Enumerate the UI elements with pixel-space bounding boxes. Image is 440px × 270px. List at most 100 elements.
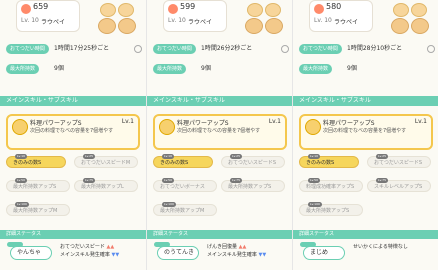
berry-icon	[247, 3, 263, 17]
pokemon-name: ラウペイ	[188, 19, 213, 26]
subskill-slot[interactable]: Lv.10 きのみの数S	[153, 154, 213, 168]
help-time-label: おてつだい時間	[6, 44, 49, 54]
strength-icon	[21, 4, 31, 14]
ingredient-icon	[265, 18, 283, 34]
trait-down-arrows: ▼▼	[111, 252, 120, 258]
max-carry-label: 最大所持数	[299, 64, 333, 74]
subskill-slot[interactable]: Lv.100 最大所持数アップM	[153, 202, 217, 216]
subskill-label: 最大所持数アップS	[228, 184, 272, 190]
trait-line-2: メインスキル発生確率 ▼▼	[60, 252, 119, 258]
trait-line-1: げんき回復量 ▲▲	[207, 244, 246, 250]
subskill-label: 最大所持数アップS	[306, 208, 350, 214]
strength-box: 580 Lv. 10 ラウペイ	[309, 0, 373, 32]
skills-section-title: メインスキル・サブスキル	[293, 96, 438, 106]
max-carry-row: 最大所持数 9個	[299, 64, 433, 76]
pokemon-name: ラウペイ	[41, 19, 66, 26]
strength-box: 599 Lv. 10 ラウペイ	[163, 0, 227, 32]
subskill-slot[interactable]: Lv.10 きのみの数S	[6, 154, 66, 168]
subskill-slot[interactable]: Lv.50 おてつだいボーナス	[153, 178, 217, 192]
subskill-level-tag: Lv.50	[15, 178, 27, 183]
subskill-slot[interactable]: Lv.75 最大所持数アップL	[74, 178, 138, 192]
info-icon[interactable]	[134, 45, 142, 53]
trait-line-1: せいかくによる特徴なし	[353, 244, 408, 250]
trait-line-1: おてつだいスピード ▲▲	[60, 244, 114, 250]
pot-icon	[12, 119, 28, 135]
subskill-level-tag: Lv.25	[83, 154, 95, 159]
subskill-slot[interactable]: Lv.25 おてつだいスピードS	[367, 154, 431, 168]
trait-down-arrows: ▼▼	[258, 252, 267, 258]
max-carry-row: 最大所持数 9個	[6, 64, 140, 76]
max-carry-value: 9個	[347, 65, 357, 72]
subskill-level-tag: Lv.100	[15, 202, 29, 207]
subskill-label: 料理成功確率アップS	[306, 184, 355, 190]
nature-value: やんちゃ	[17, 249, 42, 256]
ingredient-icon	[411, 18, 429, 34]
main-skill-name: 料理パワーアップS	[177, 120, 229, 127]
help-time-row: おてつだい時間 1時間28分10秒ごと	[299, 44, 435, 56]
subskill-slot[interactable]: Lv.100 最大所持数アップS	[299, 202, 363, 216]
subskill-label: おてつだいスピードS	[228, 160, 277, 166]
main-skill-card[interactable]: 料理パワーアップS Lv.1 次回の料理でなべの容量を7個増やす	[299, 114, 433, 150]
level-label: Lv. 10	[314, 17, 332, 24]
main-skill-description: 次回の料理でなべの容量を7個増やす	[177, 128, 261, 134]
subskill-label: きのみの数S	[306, 160, 335, 166]
strength-value: 580	[326, 2, 342, 11]
max-carry-label: 最大所持数	[6, 64, 40, 74]
help-time-label: おてつだい時間	[299, 44, 342, 54]
pokemon-panel-3: 580 Lv. 10 ラウペイ おてつだい時間 1時間28分10秒ごと 最大所持…	[292, 0, 438, 270]
subskill-level-tag: Lv.75	[376, 178, 388, 183]
trait-text: メインスキル発生確率	[60, 252, 110, 258]
info-icon[interactable]	[281, 45, 289, 53]
max-carry-label: 最大所持数	[153, 64, 187, 74]
ingredient-icon	[411, 3, 427, 17]
skills-section-title: メインスキル・サブスキル	[147, 96, 292, 106]
screen: 659 Lv. 10 ラウペイ おてつだい時間 1時間17分25秒ごと 最大所持…	[0, 0, 440, 270]
subskill-label: 最大所持数アップL	[81, 184, 124, 190]
subskill-level-tag: Lv.10	[162, 154, 174, 159]
pot-icon	[159, 119, 175, 135]
subskill-slot[interactable]: Lv.100 最大所持数アップM	[6, 202, 70, 216]
trait-text: おてつだいスピード	[60, 244, 105, 250]
subskill-slot[interactable]: Lv.75 最大所持数アップS	[221, 178, 285, 192]
nature-pill[interactable]: まじめ	[300, 242, 345, 260]
trait-text: せいかくによる特徴なし	[353, 244, 408, 250]
main-skill-card[interactable]: 料理パワーアップS Lv.1 次回の料理でなべの容量を7個増やす	[6, 114, 140, 150]
subskill-label: 最大所持数アップM	[13, 208, 58, 214]
strength-icon	[168, 4, 178, 14]
subskill-slot[interactable]: Lv.75 スキルレベルアップS	[367, 178, 431, 192]
subskill-label: 最大所持数アップM	[160, 208, 205, 214]
subskill-slot[interactable]: Lv.25 おてつだいスピードS	[221, 154, 285, 168]
trait-up-arrows: ▲▲	[106, 244, 115, 250]
nature-pill[interactable]: やんちゃ	[7, 242, 52, 260]
nature-pill[interactable]: のうてんき	[154, 242, 199, 260]
berry-icon	[393, 3, 409, 17]
main-skill-name: 料理パワーアップS	[323, 120, 375, 127]
help-time-value: 1時間17分25秒ごと	[54, 45, 110, 52]
subskill-slot[interactable]: Lv.50 最大所持数アップS	[6, 178, 70, 192]
info-icon[interactable]	[427, 45, 435, 53]
pokemon-panel-1: 659 Lv. 10 ラウペイ おてつだい時間 1時間17分25秒ごと 最大所持…	[0, 0, 146, 270]
trait-line-2: メインスキル発生確率 ▼▼	[207, 252, 266, 258]
detail-status-title: 詳細ステータス	[293, 230, 438, 239]
subskill-label: きのみの数S	[160, 160, 189, 166]
header: 599 Lv. 10 ラウペイ	[157, 0, 287, 36]
subskill-label: 最大所持数アップS	[13, 184, 57, 190]
subskill-level-tag: Lv.10	[308, 154, 320, 159]
subskill-level-tag: Lv.75	[230, 178, 242, 183]
ingredient-icon	[391, 18, 409, 34]
subskill-slot[interactable]: Lv.25 おてつだいスピードM	[74, 154, 138, 168]
ingredient-icon	[118, 18, 136, 34]
subskill-slot[interactable]: Lv.50 料理成功確率アップS	[299, 178, 363, 192]
level-label: Lv. 10	[21, 17, 39, 24]
skills-section-title: メインスキル・サブスキル	[0, 96, 146, 106]
trait-text: げんき回復量	[207, 244, 238, 250]
subskill-label: スキルレベルアップS	[374, 184, 423, 190]
subskill-level-tag: Lv.50	[308, 178, 320, 183]
subskill-level-tag: Lv.10	[15, 154, 27, 159]
trait-text: メインスキル発生確率	[207, 252, 257, 258]
main-skill-card[interactable]: 料理パワーアップS Lv.1 次回の料理でなべの容量を7個増やす	[153, 114, 287, 150]
main-skill-description: 次回の料理でなべの容量を7個増やす	[323, 128, 407, 134]
subskill-label: おてつだいスピードM	[81, 160, 131, 166]
nature-value: まじめ	[310, 249, 329, 256]
subskill-slot[interactable]: Lv.10 きのみの数S	[299, 154, 359, 168]
